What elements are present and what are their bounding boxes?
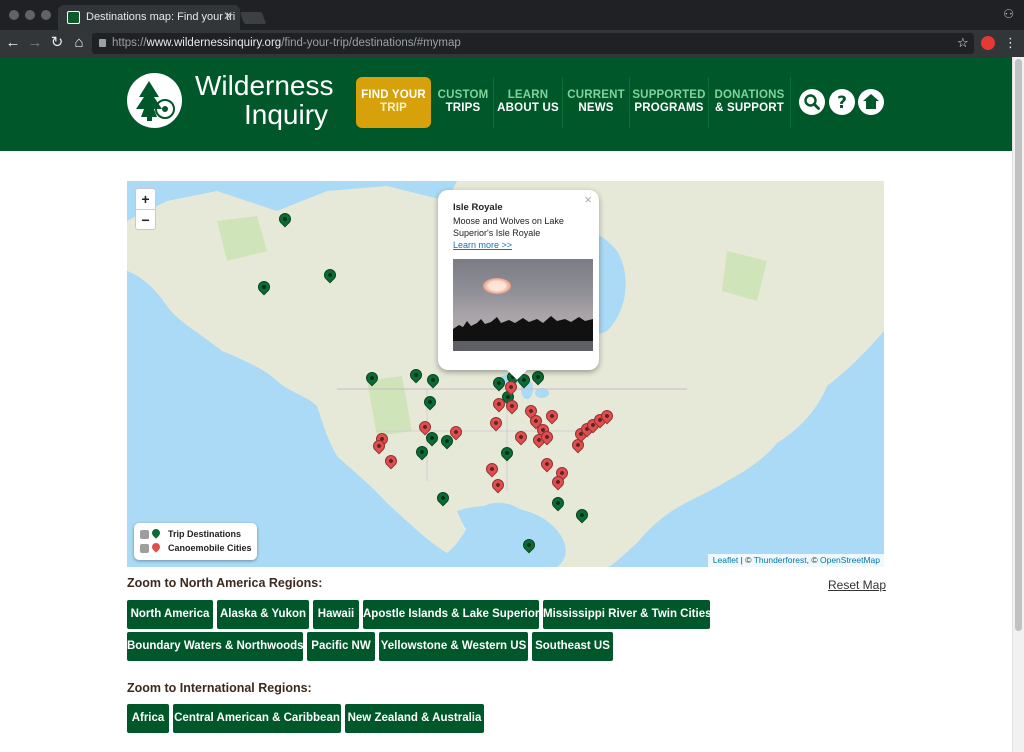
nav-divider	[790, 77, 791, 128]
destinations-map[interactable]: + − × Isle Royale Moose and Wolves on La…	[127, 181, 884, 567]
back-icon[interactable]: ←	[4, 34, 22, 52]
bookmark-star-icon[interactable]: ☆	[957, 35, 969, 51]
region-button-new-zealand-australia[interactable]: New Zealand & Australia	[345, 704, 484, 733]
tab-close-icon[interactable]: ✕	[223, 9, 233, 23]
favicon-icon	[67, 11, 80, 24]
region-button-hawaii[interactable]: Hawaii	[313, 600, 359, 629]
zoom-in-button[interactable]: +	[136, 189, 155, 209]
treeline-silhouette	[453, 316, 593, 341]
nav-label-top: CURRENT	[567, 89, 625, 101]
legend-label-trip-destinations: Trip Destinations	[168, 529, 242, 539]
scrollbar-thumb[interactable]	[1015, 59, 1022, 631]
nav-label-top: SUPPORTED	[632, 89, 706, 101]
site-header: Wilderness Inquiry FIND YOUR TRIP CUSTOM…	[0, 57, 1012, 151]
new-tab-button[interactable]	[239, 12, 267, 24]
logo-tree-icon[interactable]	[127, 73, 182, 128]
page-scrollbar[interactable]	[1012, 57, 1024, 752]
region-button-africa[interactable]: Africa	[127, 704, 169, 733]
sun-image-detail	[483, 278, 511, 294]
window-close-dot[interactable]	[9, 10, 19, 20]
region-button-southeast-us[interactable]: Southeast US	[532, 632, 613, 661]
zoom-out-button[interactable]: −	[136, 209, 155, 229]
nav-label-top: LEARN	[507, 89, 549, 101]
incognito-icon: ⚇	[1003, 7, 1014, 21]
region-button-central-american-caribbean[interactable]: Central American & Caribbean	[173, 704, 341, 733]
help-icon[interactable]: ?	[829, 89, 855, 115]
reset-map-link[interactable]: Reset Map	[828, 578, 886, 592]
legend-row-canoemobile-cities[interactable]: Canoemobile Cities	[140, 541, 257, 556]
map-attribution: Leaflet | © Thunderforest, © OpenStreetM…	[707, 554, 884, 567]
map-popup: × Isle Royale Moose and Wolves on Lake S…	[438, 190, 599, 380]
nav-label-top: DONATIONS	[714, 89, 785, 101]
legend-checkbox-canoemobile-cities[interactable]	[140, 544, 149, 553]
green-pin-icon	[150, 527, 162, 539]
nav-learn-about-us[interactable]: LEARN ABOUT US	[494, 77, 562, 128]
logo-line-2: Inquiry	[244, 99, 329, 130]
home-icon[interactable]: ⌂	[70, 34, 88, 52]
popup-description: Moose and Wolves on Lake Superior's Isle…	[453, 216, 564, 238]
extension-icon[interactable]	[981, 36, 995, 50]
region-button-yellowstone[interactable]: Yellowstone & Western US	[379, 632, 528, 661]
forward-icon[interactable]: →	[26, 34, 44, 52]
browser-menu-icon[interactable]: ⋮	[1004, 35, 1017, 51]
leaflet-link[interactable]: Leaflet	[713, 555, 739, 565]
attribution-separator: | ©	[738, 555, 754, 565]
nav-label-bottom: TRIPS	[445, 102, 481, 114]
nav-custom-trips[interactable]: CUSTOM TRIPS	[434, 77, 492, 128]
region-button-boundary-waters[interactable]: Boundary Waters & Northwoods	[127, 632, 304, 661]
browser-tab-bar: Destinations map: Find your tri ✕ ⚇	[0, 0, 1024, 30]
region-button-pacific-nw[interactable]: Pacific NW	[307, 632, 375, 661]
red-pin-icon	[150, 541, 162, 553]
svg-text:?: ?	[837, 93, 847, 113]
nav-label-top: CUSTOM	[437, 89, 489, 101]
north-america-regions-title: Zoom to North America Regions:	[127, 576, 323, 590]
zoom-control: + −	[135, 188, 156, 230]
map-legend: Trip Destinations Canoemobile Cities	[134, 523, 257, 560]
legend-checkbox-trip-destinations[interactable]	[140, 530, 149, 539]
popup-sunset-photo	[453, 259, 593, 351]
legend-row-trip-destinations[interactable]: Trip Destinations	[140, 527, 257, 542]
home-icon[interactable]	[858, 89, 884, 115]
region-button-north-america[interactable]: North America	[127, 600, 213, 629]
browser-toolbar: ← → ↻ ⌂ https://www.wildernessinquiry.or…	[0, 30, 1024, 57]
url-scheme: https://	[112, 37, 147, 49]
url-host: www.wildernessinquiry.org	[146, 37, 282, 49]
logo-wordmark[interactable]: Wilderness Inquiry	[195, 71, 335, 129]
nav-label-bottom: TRIP	[380, 102, 407, 114]
logo-line-1: Wilderness	[195, 70, 334, 101]
popup-learn-more-link[interactable]: Learn more >>	[453, 240, 585, 250]
window-maximize-dot[interactable]	[41, 10, 51, 20]
url-path: /find-your-trip/destinations/#mymap	[281, 37, 461, 49]
region-button-alaska-yukon[interactable]: Alaska & Yukon	[217, 600, 309, 629]
nav-label-top: FIND YOUR	[361, 89, 426, 101]
lock-icon	[99, 39, 106, 47]
thunderforest-link[interactable]: Thunderforest	[754, 555, 807, 565]
water-image-detail	[453, 341, 593, 351]
nav-donations-support[interactable]: DONATIONS & SUPPORT	[709, 77, 790, 128]
popup-close-icon[interactable]: ×	[584, 192, 592, 207]
nav-label-bottom: NEWS	[578, 102, 614, 114]
address-bar[interactable]: https://www.wildernessinquiry.org/find-y…	[92, 33, 974, 54]
reload-icon[interactable]: ↻	[48, 34, 66, 52]
window-minimize-dot[interactable]	[25, 10, 35, 20]
nav-label-bottom: & SUPPORT	[715, 102, 784, 114]
search-icon[interactable]	[799, 89, 825, 115]
popup-title: Isle Royale	[453, 202, 503, 213]
nav-label-bottom: ABOUT US	[497, 102, 559, 114]
browser-tab[interactable]: Destinations map: Find your tri ✕	[58, 5, 240, 30]
nav-find-your-trip[interactable]: FIND YOUR TRIP	[356, 77, 431, 128]
nav-label-bottom: PROGRAMS	[634, 102, 704, 114]
nav-supported-programs[interactable]: SUPPORTED PROGRAMS	[630, 77, 708, 128]
international-regions-title: Zoom to International Regions:	[127, 681, 312, 695]
tab-title: Destinations map: Find your tri	[86, 11, 236, 23]
openstreetmap-link[interactable]: OpenStreetMap	[820, 555, 880, 565]
attribution-separator: , ©	[806, 555, 820, 565]
legend-label-canoemobile-cities: Canoemobile Cities	[168, 543, 252, 553]
region-button-mississippi-river[interactable]: Mississippi River & Twin Cities	[543, 600, 712, 629]
nav-current-news[interactable]: CURRENT NEWS	[563, 77, 629, 128]
region-button-apostle-islands[interactable]: Apostle Islands & Lake Superior	[363, 600, 539, 629]
